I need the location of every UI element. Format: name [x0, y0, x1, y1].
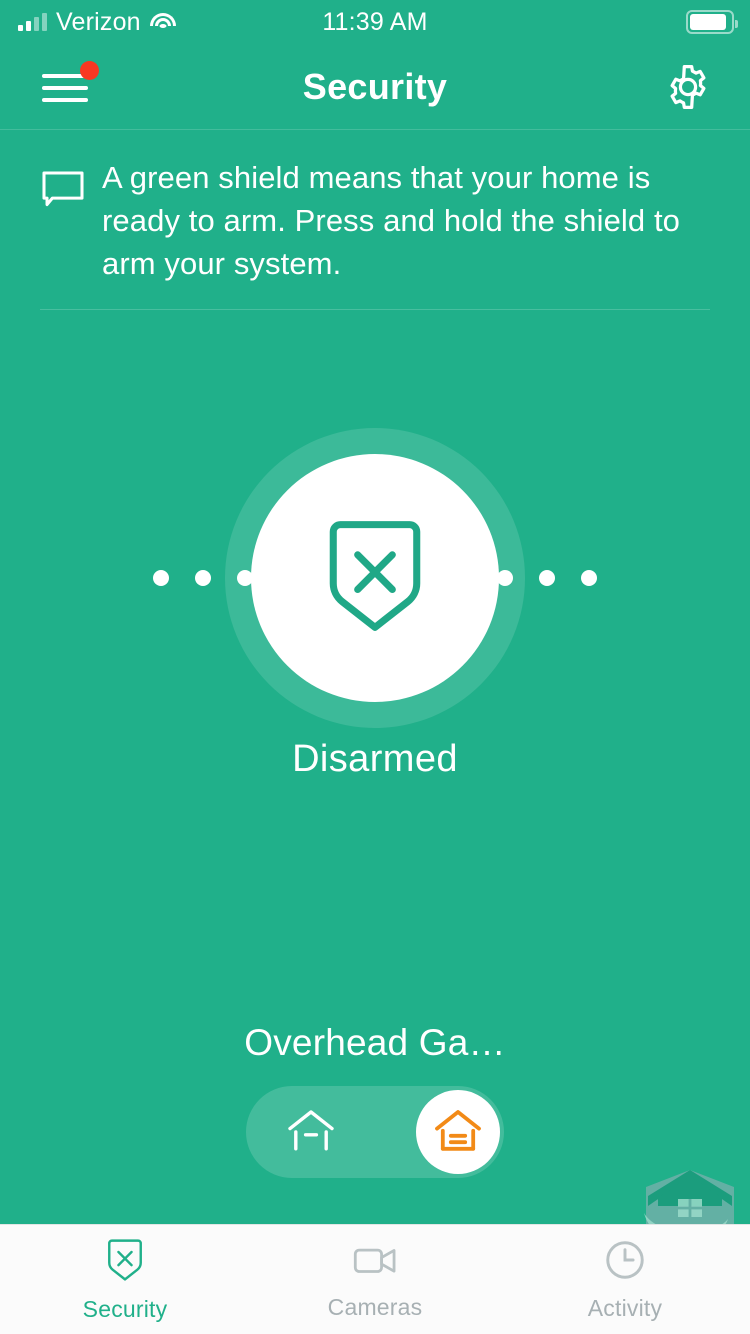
status-bar-right [686, 0, 738, 44]
tab-security[interactable]: Security [0, 1225, 250, 1334]
info-banner: A green shield means that your home is r… [0, 130, 750, 310]
video-camera-icon [352, 1239, 398, 1286]
speech-bubble-icon [40, 170, 86, 208]
tab-cameras[interactable]: Cameras [250, 1225, 500, 1334]
tab-activity[interactable]: Activity [500, 1225, 750, 1334]
battery-icon [686, 10, 738, 34]
garage-open-icon [285, 1106, 337, 1159]
arm-control[interactable] [0, 428, 750, 728]
shield-x-icon [104, 1237, 146, 1288]
garage-closed-icon [432, 1106, 484, 1159]
system-status-label: Disarmed [292, 738, 458, 780]
garage-door-toggle[interactable] [246, 1086, 504, 1178]
page-title: Security [302, 66, 448, 107]
info-banner-text: A green shield means that your home is r… [102, 160, 681, 281]
tab-cameras-label: Cameras [327, 1293, 423, 1320]
toggle-thumb[interactable] [416, 1090, 500, 1174]
shield-button[interactable] [251, 454, 499, 702]
tab-security-label: Security [82, 1295, 168, 1322]
device-control: Overhead Ga… [0, 1022, 750, 1178]
status-bar: Verizon 11:39 AM [0, 0, 750, 44]
bottom-tab-bar: Security Cameras Activity [0, 1224, 750, 1334]
gear-icon[interactable] [662, 61, 714, 113]
app-header: Security [0, 44, 750, 130]
shield-x-icon [319, 515, 431, 642]
app-screen: Verizon 11:39 AM Security A green shield… [0, 0, 750, 1334]
tab-activity-label: Activity [587, 1294, 663, 1321]
banner-divider [40, 309, 710, 310]
loading-dots-right [497, 570, 597, 586]
garage-open-option[interactable] [246, 1086, 375, 1178]
clock-icon [603, 1238, 647, 1287]
clock-label: 11:39 AM [322, 7, 428, 36]
device-name-label: Overhead Ga… [244, 1022, 506, 1063]
